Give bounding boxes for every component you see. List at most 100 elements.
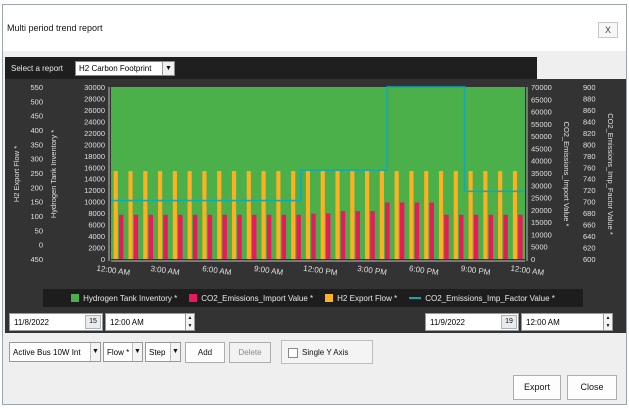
x-tick-label: 12:00 PM	[303, 264, 338, 278]
chevron-down-icon[interactable]: ▼	[162, 62, 174, 75]
tick-label-co2-factor: 720	[583, 186, 596, 195]
legend-label-co2-import: CO2_Emissions_Import Value *	[201, 293, 314, 303]
delete-button[interactable]: Delete	[229, 342, 271, 363]
tick-label-co2-import: 10000	[531, 230, 552, 239]
bar-co2-import	[325, 213, 331, 259]
bus-combo[interactable]: Active Bus 10W Int ▼	[9, 342, 101, 362]
legend-swatch-orange	[325, 294, 334, 302]
bar-co2-import	[148, 214, 153, 259]
add-button[interactable]: Add	[185, 342, 225, 363]
bar-co2-import	[296, 214, 301, 259]
bar-co2-import	[488, 214, 494, 259]
legend-swatch-green	[71, 294, 80, 302]
bar-h2-export-flow	[394, 171, 399, 259]
tick-label-co2-factor: 600	[583, 255, 596, 264]
tick-label-hydrogen: 4000	[88, 232, 105, 241]
bar-co2-import	[266, 214, 272, 259]
x-tick-label: 9:00 PM	[460, 264, 491, 277]
tick-label-co2-factor: 700	[583, 198, 596, 207]
x-tick-label: 9:00 AM	[253, 264, 284, 277]
tick-label-h2-flow: 300	[30, 155, 43, 164]
bar-h2-export-flow	[350, 171, 355, 259]
bar-co2-import	[311, 213, 316, 259]
bar-h2-export-flow	[438, 171, 444, 259]
legend-label-co2-factor: CO2_Emissions_Imp_Factor Value *	[425, 293, 555, 303]
bar-h2-export-flow	[365, 171, 370, 259]
tick-label-hydrogen: 6000	[88, 221, 105, 230]
bar-h2-export-flow	[305, 171, 311, 259]
start-time-picker[interactable]: 12:00 AM ▲ ▼	[105, 313, 195, 331]
x-tick-label: 12:00 AM	[510, 264, 545, 278]
bar-co2-import	[133, 214, 139, 259]
step-combo-value: Step	[149, 348, 166, 357]
bar-co2-import	[370, 211, 375, 259]
start-date-picker[interactable]: 11/8/2022 15	[9, 313, 103, 331]
calendar-icon[interactable]: 15	[85, 315, 101, 329]
bar-co2-import	[503, 214, 508, 259]
bar-co2-import	[281, 214, 287, 259]
bar-co2-import	[222, 214, 227, 259]
axis-title-hydrogen: Hydrogen Tank Inventory *	[49, 130, 58, 218]
bar-co2-import	[355, 211, 360, 259]
bar-h2-export-flow	[143, 171, 148, 259]
step-combo[interactable]: Step ▼	[145, 342, 181, 362]
bar-h2-export-flow	[172, 171, 177, 259]
tick-label-co2-factor: 780	[583, 152, 596, 161]
legend-label-h2-flow: H2 Export Flow *	[337, 293, 398, 303]
end-date-value: 11/9/2022	[430, 318, 465, 327]
tick-label-co2-import: 40000	[531, 157, 552, 166]
bar-h2-export-flow	[113, 171, 118, 259]
tick-label-h2-flow: 450	[30, 112, 43, 121]
tick-label-h2-flow: 50	[35, 226, 43, 235]
tick-label-hydrogen: 30000	[84, 83, 105, 92]
bar-co2-import	[207, 214, 213, 259]
single-axis-label: Single Y Axis	[302, 348, 349, 357]
bar-h2-export-flow	[453, 171, 458, 259]
flow-combo[interactable]: Flow * ▼	[103, 342, 143, 362]
trend-chart: 5505004504003503002502001501005004503000…	[12, 83, 615, 278]
chevron-down-icon[interactable]: ▼	[132, 343, 142, 361]
report-select[interactable]: H2 Carbon Footprint ▼	[75, 61, 175, 76]
tick-label-co2-factor: 740	[583, 175, 596, 184]
spin-updown-icon[interactable]: ▲ ▼	[185, 314, 194, 330]
tick-label-co2-import: 60000	[531, 108, 552, 117]
close-button[interactable]: Close	[567, 375, 617, 400]
tick-label-co2-import: 35000	[531, 169, 552, 178]
export-button[interactable]: Export	[513, 375, 561, 400]
tick-label-co2-factor: 860	[583, 106, 596, 115]
end-time-picker[interactable]: 12:00 AM ▲ ▼	[521, 313, 613, 331]
end-date-picker[interactable]: 11/9/2022 19	[425, 313, 519, 331]
tick-label-co2-import: 65000	[531, 95, 552, 104]
report-select-value: H2 Carbon Footprint	[79, 64, 152, 73]
date-range-row: 11/8/2022 15 12:00 AM ▲ ▼ 11/9/2022 19 12…	[5, 311, 626, 333]
x-tick-label: 3:00 AM	[150, 264, 181, 277]
tick-label-co2-factor: 900	[583, 83, 596, 92]
legend-item-co2-import: CO2_Emissions_Import Value *	[189, 294, 313, 303]
bar-h2-export-flow	[498, 171, 503, 259]
calendar-icon[interactable]: 19	[501, 315, 517, 329]
tick-label-co2-factor: 620	[583, 244, 596, 253]
chevron-down-icon[interactable]: ▼	[170, 343, 180, 361]
chevron-down-icon[interactable]: ▼	[90, 343, 100, 361]
x-tick-label: 6:00 AM	[202, 264, 233, 277]
bar-h2-export-flow	[379, 171, 384, 259]
tick-label-hydrogen: 10000	[84, 198, 105, 207]
legend-item-hydrogen: Hydrogen Tank Inventory *	[71, 294, 177, 303]
x-tick-label: 12:00 AM	[96, 264, 131, 278]
tick-label-co2-import: 45000	[531, 144, 552, 153]
close-icon[interactable]: X	[598, 22, 618, 38]
bar-co2-import	[399, 202, 405, 259]
spin-updown-icon[interactable]: ▲ ▼	[603, 314, 612, 330]
tick-label-h2-flow: 0	[39, 241, 43, 250]
bus-combo-value: Active Bus 10W Int	[13, 348, 81, 357]
single-axis-group: Single Y Axis	[281, 340, 373, 364]
tick-label-co2-import: 25000	[531, 194, 552, 203]
start-time-value: 12:00 AM	[110, 318, 144, 327]
tick-label-hydrogen: 2000	[88, 244, 105, 253]
bar-co2-import	[429, 202, 434, 259]
title-bar: Multi period trend report X	[3, 5, 626, 51]
tick-label-h2-flow: 400	[30, 126, 43, 135]
bar-co2-import	[518, 214, 523, 259]
single-axis-checkbox[interactable]	[288, 348, 298, 358]
tick-label-h2-flow: 350	[30, 140, 43, 149]
